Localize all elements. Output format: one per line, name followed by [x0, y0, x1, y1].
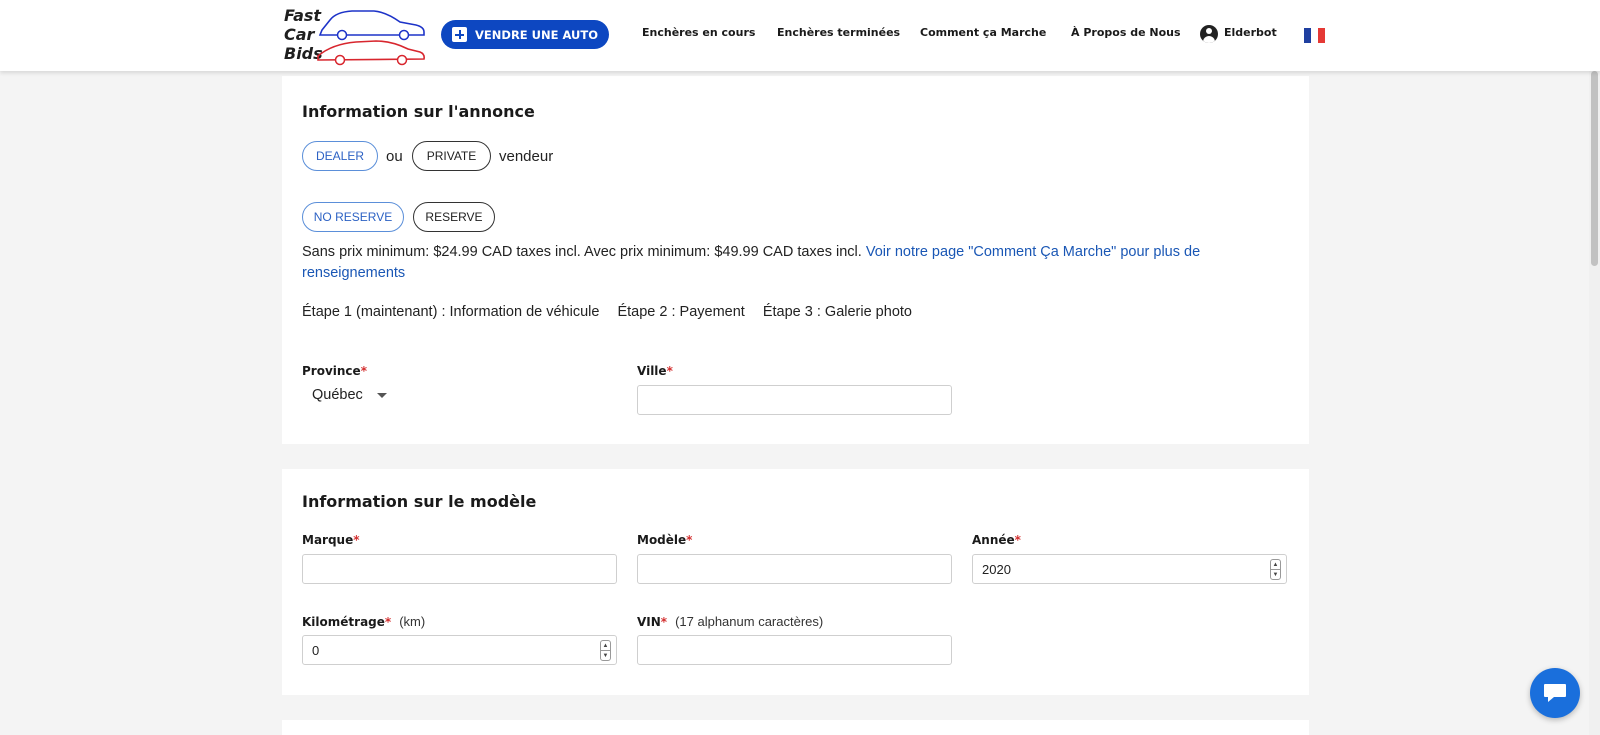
stepper-up-icon[interactable]: ▲	[1271, 560, 1280, 570]
year-stepper[interactable]: ▲ ▼	[1270, 559, 1281, 580]
step-1: Étape 1 (maintenant) : Information de vé…	[302, 304, 600, 320]
province-selected-value: Québec	[312, 387, 363, 403]
pricing-text: Sans prix minimum: $24.99 CAD taxes incl…	[302, 244, 862, 260]
mileage-input[interactable]: 0 ▲ ▼	[302, 635, 617, 665]
city-label: Ville*	[637, 364, 673, 378]
vin-input[interactable]	[637, 635, 952, 665]
province-label: Province*	[302, 364, 367, 378]
listing-info-card: Information sur l'annonce DEALER ou PRIV…	[282, 76, 1309, 444]
private-button[interactable]: PRIVATE	[412, 141, 491, 171]
vin-label: VIN* (17 alphanum caractères)	[637, 614, 824, 629]
listing-info-title: Information sur l'annonce	[302, 102, 535, 121]
user-account-icon[interactable]	[1200, 25, 1218, 43]
stepper-down-icon[interactable]: ▼	[601, 651, 610, 660]
pricing-info: Sans prix minimum: $24.99 CAD taxes incl…	[302, 242, 1252, 284]
top-navbar: Fast Car Bids VENDRE UNE AUTO Enchères e…	[0, 0, 1600, 71]
user-name[interactable]: Elderbot	[1224, 26, 1277, 39]
nav-finished-auctions[interactable]: Enchères terminées	[777, 26, 900, 39]
stepper-down-icon[interactable]: ▼	[1271, 570, 1280, 579]
mileage-stepper[interactable]: ▲ ▼	[600, 640, 611, 661]
scrollbar-thumb[interactable]	[1591, 71, 1598, 266]
step-2: Étape 2 : Payement	[617, 304, 745, 320]
flag-band-white	[1311, 28, 1318, 43]
sell-car-label: VENDRE UNE AUTO	[475, 27, 598, 42]
site-logo[interactable]: Fast Car Bids	[284, 6, 426, 66]
flag-band-blue	[1304, 28, 1311, 43]
french-flag-icon[interactable]	[1304, 28, 1325, 43]
chat-bubble-icon	[1544, 684, 1566, 702]
nav-about-us[interactable]: À Propos de Nous	[1071, 26, 1181, 39]
step-3: Étape 3 : Galerie photo	[762, 304, 912, 320]
chat-button[interactable]	[1530, 668, 1580, 718]
caret-down-icon	[376, 392, 387, 398]
nav-current-auctions[interactable]: Enchères en cours	[642, 26, 755, 39]
reserve-button[interactable]: RESERVE	[413, 202, 495, 232]
make-label: Marque*	[302, 533, 360, 547]
year-input[interactable]: 2020 ▲ ▼	[972, 554, 1287, 584]
no-reserve-button[interactable]: NO RESERVE	[302, 202, 404, 232]
stepper-up-icon[interactable]: ▲	[601, 641, 610, 651]
dealer-button[interactable]: DEALER	[302, 141, 378, 171]
page-scrollbar[interactable]	[1589, 71, 1600, 735]
step-indicator: Étape 1 (maintenant) : Information de vé…	[302, 304, 926, 320]
plus-square-icon	[452, 27, 468, 42]
car-logo-icon	[317, 10, 425, 66]
model-info-card: Information sur le modèle Marque* Modèle…	[282, 469, 1309, 695]
next-section-card	[282, 720, 1309, 735]
model-label: Modèle*	[637, 533, 693, 547]
or-text: ou	[386, 148, 403, 165]
mileage-label: Kilométrage* (km)	[302, 614, 426, 629]
sell-car-button[interactable]: VENDRE UNE AUTO	[441, 20, 609, 49]
model-info-title: Information sur le modèle	[302, 492, 537, 511]
seller-text: vendeur	[499, 148, 554, 165]
make-input[interactable]	[302, 554, 617, 584]
year-value: 2020	[982, 561, 1011, 577]
model-input[interactable]	[637, 554, 952, 584]
province-select[interactable]: Québec	[312, 387, 387, 403]
flag-band-red	[1318, 28, 1325, 43]
city-input[interactable]	[637, 385, 952, 415]
nav-how-it-works[interactable]: Comment ça Marche	[920, 26, 1046, 39]
mileage-value: 0	[312, 642, 320, 658]
year-label: Année*	[972, 533, 1021, 547]
